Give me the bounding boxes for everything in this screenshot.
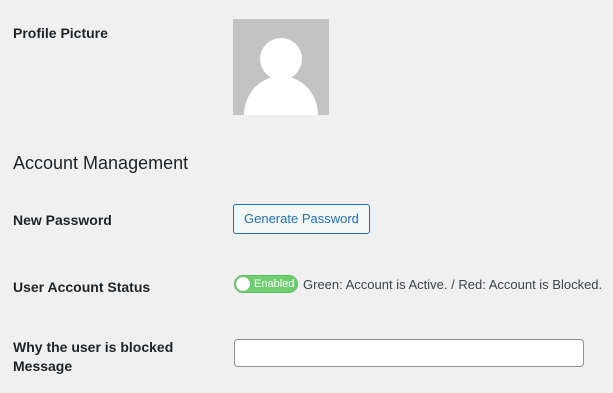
toggle-knob bbox=[236, 277, 250, 291]
profile-picture-label: Profile Picture bbox=[13, 25, 108, 41]
toggle-state-label: Enabled bbox=[254, 278, 295, 290]
account-status-toggle[interactable]: Enabled bbox=[234, 275, 298, 293]
account-status-description: Green: Account is Active. / Red: Account… bbox=[303, 276, 603, 292]
profile-avatar bbox=[233, 19, 329, 115]
blocked-reason-label-line2: Message bbox=[13, 358, 73, 374]
default-user-avatar-icon bbox=[244, 38, 318, 115]
blocked-reason-label-line1: Why the user is blocked bbox=[13, 339, 174, 355]
account-status-control: Enabled Green: Account is Active. / Red:… bbox=[234, 274, 602, 294]
user-account-status-label: User Account Status bbox=[13, 279, 151, 295]
blocked-message-input[interactable] bbox=[234, 339, 584, 367]
generate-password-button[interactable]: Generate Password bbox=[233, 204, 370, 234]
new-password-label: New Password bbox=[13, 212, 112, 228]
account-management-heading: Account Management bbox=[13, 153, 189, 173]
blocked-reason-label: Why the user is blocked Message bbox=[13, 338, 173, 376]
